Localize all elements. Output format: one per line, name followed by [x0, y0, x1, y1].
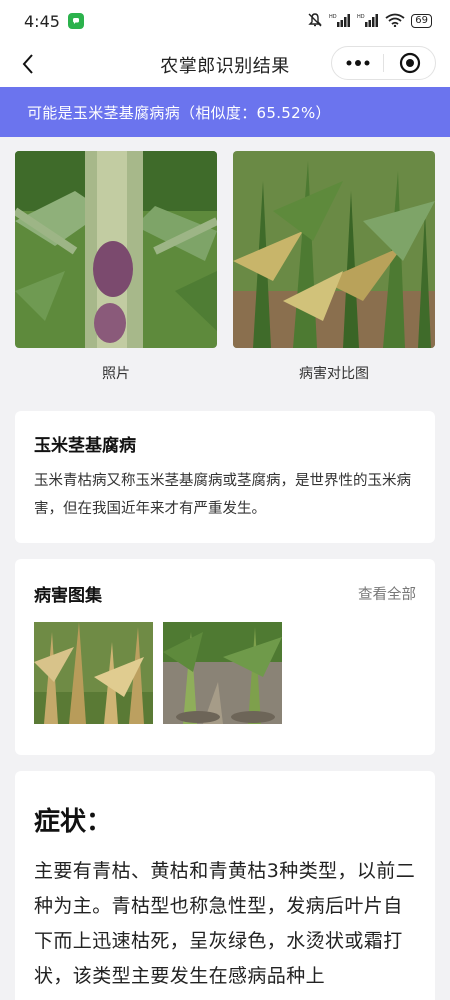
status-time: 4:45	[24, 11, 60, 31]
gallery-images	[34, 622, 416, 724]
view-all-link[interactable]: 查看全部	[358, 583, 416, 604]
disease-title: 玉米茎基腐病	[34, 436, 136, 456]
signal-icon: HD	[357, 13, 379, 30]
signal-icon: HD	[329, 13, 351, 30]
status-left: 4:45	[24, 12, 84, 31]
battery-icon: 69	[411, 14, 432, 28]
capsule-menu	[331, 46, 436, 80]
symptom-card: 症状： 主要有青枯、黄枯和青黄枯3种类型，以前二种为主。青枯型也称急性型，发病后…	[15, 771, 435, 1000]
user-photo-column: 照片	[15, 151, 217, 383]
more-button[interactable]	[332, 47, 383, 79]
comparison-photo-caption: 病害对比图	[299, 366, 369, 382]
disease-info-card: 玉米茎基腐病 玉米青枯病又称玉米茎基腐病或茎腐病，是世界性的玉米病害，但在我国近…	[15, 411, 435, 543]
user-photo-caption: 照片	[102, 366, 130, 382]
gallery-image[interactable]	[34, 622, 153, 724]
comparison-photo-column: 病害对比图	[233, 151, 435, 383]
close-miniprogram-button[interactable]	[384, 47, 435, 79]
wechat-icon	[67, 13, 84, 29]
user-photo[interactable]	[15, 151, 217, 348]
gallery-title: 病害图集	[34, 586, 102, 606]
svg-text:HD: HD	[329, 14, 337, 20]
result-text: 可能是玉米茎基腐病病（相似度：65.52%）	[27, 103, 331, 122]
wifi-icon	[385, 13, 405, 30]
symptom-text: 主要有青枯、黄枯和青黄枯3种类型，以前二种为主。青枯型也称急性型，发病后叶片自下…	[34, 860, 416, 987]
comparison-photo[interactable]	[233, 151, 435, 348]
symptom-title: 症状：	[34, 807, 113, 837]
nav-bar: 农掌郎识别结果	[0, 42, 450, 87]
mute-icon	[307, 12, 323, 31]
record-icon	[399, 52, 420, 74]
result-banner: 可能是玉米茎基腐病病（相似度：65.52%）	[0, 87, 450, 137]
svg-text:HD: HD	[357, 14, 365, 20]
more-icon	[346, 60, 369, 66]
status-bar: 4:45 HD HD 69	[0, 0, 450, 42]
gallery-header: 病害图集 查看全部	[34, 581, 416, 606]
gallery-card: 病害图集 查看全部	[15, 559, 435, 755]
status-right: HD HD 69	[307, 12, 432, 31]
photo-row: 照片 病害对比图	[0, 137, 450, 383]
gallery-image[interactable]	[163, 622, 282, 724]
disease-description: 玉米青枯病又称玉米茎基腐病或茎腐病，是世界性的玉米病害，但在我国近年来才有严重发…	[34, 473, 411, 517]
back-icon	[22, 54, 33, 74]
back-button[interactable]	[14, 50, 42, 78]
